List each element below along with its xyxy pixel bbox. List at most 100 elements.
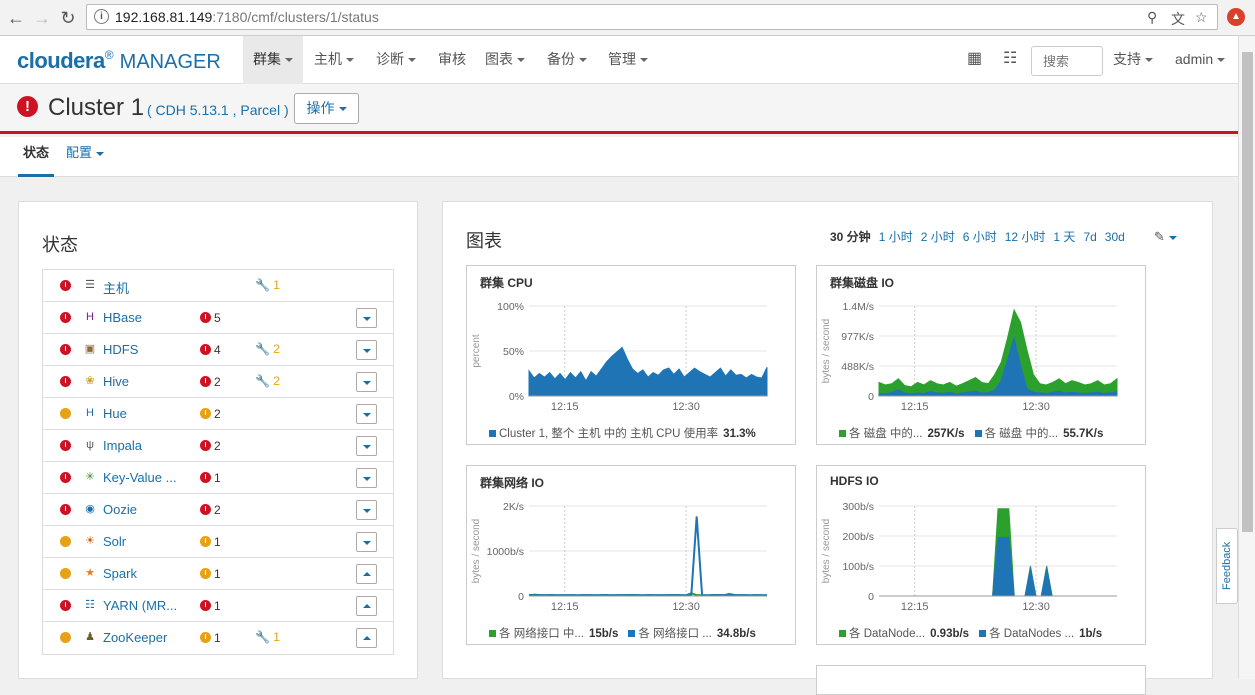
health-alerts-count[interactable]: 5 <box>200 311 221 325</box>
service-actions-dropdown[interactable] <box>356 468 377 488</box>
menu-admin[interactable]: 管理 <box>608 36 648 84</box>
back-arrow-icon[interactable]: ← <box>4 6 28 30</box>
chart-card[interactable]: 群集磁盘 IO bytes / second 1.4M/s 977K/s 488K/s 0… <box>816 265 1146 445</box>
health-alerts-count[interactable]: 2 <box>200 407 221 421</box>
service-actions-dropdown[interactable] <box>356 340 377 360</box>
chart-legend: 各 网络接口 中... 15b/s 各 网络接口 ... 34.8b/s <box>489 625 766 641</box>
legend-item[interactable]: 各 网络接口 ... 34.8b/s <box>628 628 756 640</box>
health-alerts-count[interactable]: 2 <box>200 503 221 517</box>
health-alerts-count[interactable]: 2 <box>200 439 221 453</box>
cluster-header: ! Cluster 1 ( CDH 5.13.1 , Parcel ) 操作 <box>0 84 1238 134</box>
service-actions-dropdown[interactable] <box>356 372 377 392</box>
legend-item[interactable]: 各 磁盘 中的... 55.7K/s <box>974 428 1103 440</box>
service-row: ▣ HDFS 4 🔧 2 <box>43 334 393 366</box>
config-issues-count[interactable]: 🔧 2 <box>255 342 280 356</box>
service-name-link[interactable]: HBase <box>103 310 142 325</box>
extension-icon[interactable]: ▲ <box>1227 8 1245 26</box>
config-issues-count[interactable]: 🔧 2 <box>255 374 280 388</box>
service-name-link[interactable]: ZooKeeper <box>103 630 167 645</box>
service-name-link[interactable]: Spark <box>103 566 137 581</box>
alert-bad-icon <box>200 376 211 387</box>
time-range-option[interactable]: 30d <box>1105 230 1125 244</box>
translate-icon[interactable]: 文 <box>1171 9 1185 29</box>
menu-support[interactable]: 支持 <box>1113 36 1153 84</box>
key-icon[interactable]: ⚲ <box>1147 9 1157 26</box>
health-alerts-count[interactable]: 1 <box>200 567 221 581</box>
health-bad-icon <box>60 280 71 291</box>
service-name-link[interactable]: Solr <box>103 534 126 549</box>
legend-swatch <box>974 430 982 437</box>
service-actions-dropdown[interactable] <box>356 404 377 424</box>
service-name-link[interactable]: 主机 <box>103 278 129 297</box>
service-actions-dropdown[interactable] <box>356 500 377 520</box>
service-name-link[interactable]: YARN (MR... <box>103 598 177 613</box>
time-range-option[interactable]: 12 小时 <box>1005 230 1046 244</box>
time-range-option[interactable]: 2 小时 <box>921 230 955 244</box>
service-actions-dropdown[interactable] <box>356 564 377 584</box>
menu-user[interactable]: admin <box>1175 36 1226 84</box>
feedback-tab[interactable]: Feedback <box>1216 528 1238 604</box>
legend-item[interactable]: 各 网络接口 中... 15b/s <box>489 628 618 640</box>
time-range-option[interactable]: 1 小时 <box>879 230 913 244</box>
menu-hosts[interactable]: 主机 <box>314 36 354 84</box>
reload-icon[interactable]: ↻ <box>56 6 80 30</box>
service-name-link[interactable]: HDFS <box>103 342 138 357</box>
menu-diagnostics[interactable]: 诊断 <box>376 36 416 84</box>
config-issues-count[interactable]: 🔧 1 <box>255 630 280 644</box>
forward-arrow-icon[interactable]: → <box>30 6 54 30</box>
page-scrollbar[interactable] <box>1238 36 1255 679</box>
legend-value: 257K/s <box>927 428 965 440</box>
service-name-link[interactable]: Hive <box>103 374 129 389</box>
gift-icon[interactable]: ▦ <box>967 36 982 84</box>
config-issues-count[interactable]: 🔧 1 <box>255 278 280 292</box>
edit-pencil-icon[interactable]: ✎ <box>1154 229 1177 245</box>
cluster-version-link[interactable]: ( CDH 5.13.1 , Parcel ) <box>147 102 289 118</box>
service-name-link[interactable]: Oozie <box>103 502 137 517</box>
star-icon[interactable]: ☆ <box>1195 9 1208 26</box>
time-range-option[interactable]: 30 分钟 <box>830 230 871 244</box>
service-actions-dropdown[interactable] <box>356 532 377 552</box>
legend-item[interactable]: Cluster 1, 整个 主机 中的 主机 CPU 使用率 31.3% <box>489 428 756 440</box>
service-row: ☰ 主机 🔧 1 <box>43 270 393 302</box>
time-range-option[interactable]: 1 天 <box>1053 230 1075 244</box>
tab-status[interactable]: 状态 <box>18 137 55 177</box>
service-name-link[interactable]: Impala <box>103 438 142 453</box>
legend-item[interactable]: 各 DataNodes ... 1b/s <box>979 628 1102 640</box>
menu-audits[interactable]: 审核 <box>438 36 466 84</box>
commands-icon[interactable]: ☷ <box>1003 36 1017 84</box>
cloudera-logo[interactable]: cloudera® MANAGER <box>17 48 221 74</box>
search-input[interactable] <box>1031 46 1103 76</box>
service-actions-dropdown[interactable] <box>356 596 377 616</box>
health-bad-icon <box>60 344 71 355</box>
legend-value: 31.3% <box>723 428 756 440</box>
service-actions-dropdown[interactable] <box>356 308 377 328</box>
chevron-up-icon <box>363 636 371 640</box>
actions-button[interactable]: 操作 <box>294 93 359 124</box>
address-bar[interactable]: i 192.168.81.149:7180/cmf/clusters/1/sta… <box>86 4 1218 30</box>
chart-card[interactable]: 群集 CPU percent 100% 50% 0% 12:15 12:30 Cluster … <box>466 265 796 445</box>
menu-clusters[interactable]: 群集 <box>243 36 303 84</box>
health-alerts-count[interactable]: 2 <box>200 375 221 389</box>
info-icon[interactable]: i <box>94 9 109 24</box>
scrollbar-thumb[interactable] <box>1242 52 1253 532</box>
health-alerts-count[interactable]: 1 <box>200 471 221 485</box>
health-alerts-count[interactable]: 1 <box>200 535 221 549</box>
legend-item[interactable]: 各 DataNode... 0.93b/s <box>839 628 969 640</box>
tab-configuration[interactable]: 配置 <box>66 137 105 177</box>
chart-card[interactable]: 群集网络 IO bytes / second 2K/s 1000b/s 0 12:15 12… <box>466 465 796 645</box>
service-actions-dropdown[interactable] <box>356 436 377 456</box>
chart-card[interactable]: HDFS IO bytes / second 300b/s 200b/s 100b/s 0… <box>816 465 1146 645</box>
legend-item[interactable]: 各 磁盘 中的... 257K/s <box>839 428 965 440</box>
health-alerts-count[interactable]: 1 <box>200 631 221 645</box>
health-alerts-count[interactable]: 4 <box>200 343 221 357</box>
menu-charts[interactable]: 图表 <box>485 36 525 84</box>
service-name-link[interactable]: Hue <box>103 406 127 421</box>
time-range-option[interactable]: 7d <box>1083 230 1096 244</box>
menu-backup[interactable]: 备份 <box>547 36 587 84</box>
service-actions-dropdown[interactable] <box>356 628 377 648</box>
solr-icon: ☀ <box>85 535 95 547</box>
y-axis-label: bytes / second <box>821 519 832 583</box>
service-name-link[interactable]: Key-Value ... <box>103 470 176 485</box>
health-alerts-count[interactable]: 1 <box>200 599 221 613</box>
time-range-option[interactable]: 6 小时 <box>963 230 997 244</box>
